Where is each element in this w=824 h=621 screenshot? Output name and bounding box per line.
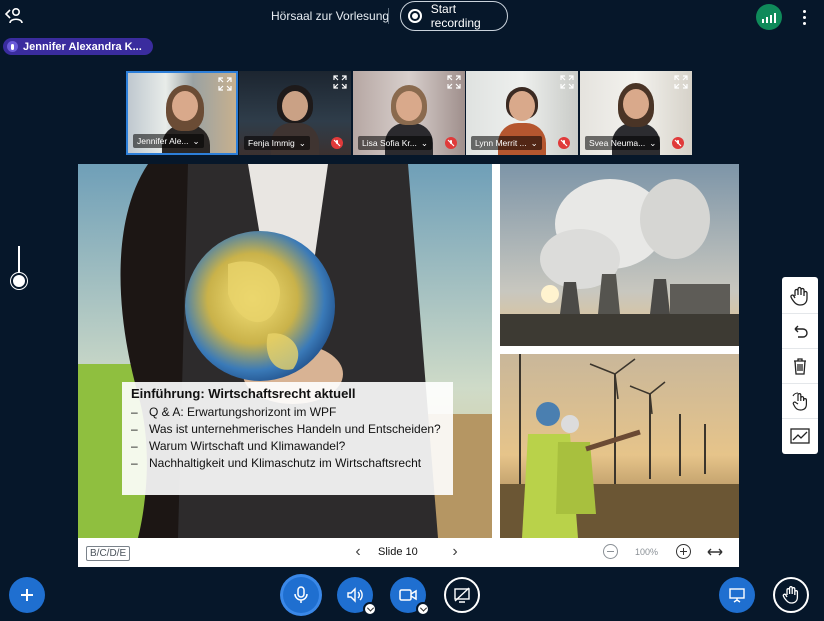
slide-bullet: Was ist unternehmerisches Handeln und En…	[131, 421, 444, 438]
video-tile[interactable]: Jennifer Ale... ⌄	[126, 71, 238, 155]
record-icon	[408, 9, 422, 23]
speaker-icon	[347, 587, 363, 603]
zoom-in-button[interactable]	[676, 544, 691, 559]
participant-name-label: Fenja Immig ⌄	[244, 136, 310, 150]
slide-heading: Einführung: Wirtschaftsrecht aktuell	[131, 386, 356, 401]
video-tile[interactable]: Lynn Merrit ... ⌄	[466, 71, 578, 155]
more-vertical-icon	[802, 9, 806, 13]
chevron-down-icon[interactable]: ⌄	[299, 136, 306, 150]
title-divider	[388, 8, 389, 24]
more-options-button[interactable]	[796, 6, 812, 28]
presentation-slide[interactable]: Einführung: Wirtschaftsrecht aktuell Q &…	[78, 164, 739, 538]
video-tile[interactable]: Lisa Sofia Kr... ⌄	[353, 71, 465, 155]
zoom-out-button[interactable]	[603, 544, 618, 559]
hand-icon	[790, 286, 808, 306]
chart-tool-button[interactable]	[782, 418, 818, 452]
hand-icon	[782, 586, 799, 604]
expand-icon[interactable]	[218, 77, 232, 91]
expand-icon[interactable]	[333, 75, 347, 89]
zoom-level[interactable]: 100%	[635, 547, 658, 557]
actions-button[interactable]	[9, 577, 45, 613]
chevron-down-icon[interactable]: ⌄	[193, 134, 200, 148]
size-slider-track[interactable]	[18, 246, 20, 274]
chevron-down-icon[interactable]	[416, 602, 430, 616]
video-tile[interactable]: Svea Neuma... ⌄	[580, 71, 692, 155]
talking-indicator[interactable]: Jennifer Alexandra K...	[3, 38, 153, 55]
presentation-area: Einführung: Wirtschaftsrecht aktuell Q &…	[78, 164, 739, 567]
slide-bullet: Nachhaltigkeit und Klimaschutz im Wirtsc…	[131, 455, 444, 472]
slide-number-select[interactable]: Slide 10	[378, 546, 418, 558]
raise-hand-button[interactable]	[773, 577, 809, 613]
undo-button[interactable]	[782, 313, 818, 347]
signal-bars-icon	[762, 19, 764, 23]
expand-icon[interactable]	[447, 75, 461, 89]
bottom-action-bar	[0, 575, 824, 621]
previous-slide-button[interactable]: ‹	[350, 543, 366, 561]
muted-icon	[558, 137, 570, 149]
plus-icon	[21, 589, 33, 601]
video-strip: Jennifer Ale... ⌄ Fenja Immig ⌄ Lisa Sofia…	[126, 71, 692, 155]
slide-bullet-list: Q & A: Erwartungshorizont im WPF Was ist…	[131, 404, 444, 472]
slide-image-power-plant	[500, 164, 739, 346]
pointer-hand-icon	[792, 391, 807, 411]
slide-image-wind-turbines	[500, 354, 739, 538]
presentation-toolbar: B/C/D/E ‹ Slide 10 › 100%	[78, 538, 739, 567]
record-label: Start recording	[430, 2, 481, 30]
expand-icon[interactable]	[674, 75, 688, 89]
microphone-icon	[294, 586, 308, 603]
presentation-icon	[729, 588, 745, 603]
screen-share-button[interactable]	[444, 577, 480, 613]
user-list-toggle-icon[interactable]	[4, 6, 24, 26]
next-slide-button[interactable]: ›	[447, 543, 463, 561]
muted-icon	[445, 137, 457, 149]
undo-icon	[794, 325, 808, 338]
fit-to-width-icon[interactable]	[706, 544, 724, 560]
muted-icon	[331, 137, 343, 149]
slide-bullet: Warum Wirtschaft und Klimawandel?	[131, 438, 444, 455]
participant-name-label: Lisa Sofia Kr... ⌄	[358, 136, 432, 150]
video-tile[interactable]: Fenja Immig ⌄	[239, 71, 351, 155]
presentation-select-button[interactable]: B/C/D/E	[86, 546, 131, 561]
participant-name-label: Lynn Merrit ... ⌄	[471, 136, 542, 150]
chevron-down-icon[interactable]: ⌄	[421, 136, 428, 150]
slide-textbox: Einführung: Wirtschaftsrecht aktuell Q &…	[122, 382, 453, 495]
camera-toggle-button[interactable]	[390, 577, 430, 616]
line-chart-icon	[790, 427, 810, 444]
video-camera-icon	[399, 589, 417, 601]
top-bar: Hörsaal zur Vorlesung Start recording	[0, 0, 824, 34]
multi-user-whiteboard-button[interactable]	[782, 383, 818, 417]
chevron-down-icon[interactable]: ⌄	[649, 136, 656, 150]
talking-user-name: Jennifer Alexandra K...	[23, 40, 142, 53]
chevron-down-icon[interactable]: ⌄	[531, 136, 538, 150]
whiteboard-toolbar	[782, 277, 818, 454]
participant-name-label: Jennifer Ale... ⌄	[133, 134, 204, 148]
muted-icon	[672, 137, 684, 149]
slide-bullet: Q & A: Erwartungshorizont im WPF	[131, 404, 444, 421]
microphone-icon	[7, 41, 18, 52]
trash-icon	[794, 357, 806, 375]
expand-icon[interactable]	[560, 75, 574, 89]
audio-options-button[interactable]	[337, 577, 377, 616]
clear-annotations-button[interactable]	[782, 348, 818, 382]
participant-name-label: Svea Neuma... ⌄	[585, 136, 661, 150]
pan-tool-button[interactable]	[782, 279, 818, 313]
size-slider-handle[interactable]	[11, 273, 27, 289]
start-recording-button[interactable]: Start recording	[400, 1, 508, 31]
presentation-toggle-button[interactable]	[719, 577, 755, 613]
meeting-title: Hörsaal zur Vorlesung	[271, 9, 390, 23]
connection-status-button[interactable]	[756, 4, 782, 30]
screen-share-off-icon	[454, 587, 470, 603]
chevron-down-icon[interactable]	[363, 602, 377, 616]
microphone-toggle-button[interactable]	[283, 577, 319, 613]
